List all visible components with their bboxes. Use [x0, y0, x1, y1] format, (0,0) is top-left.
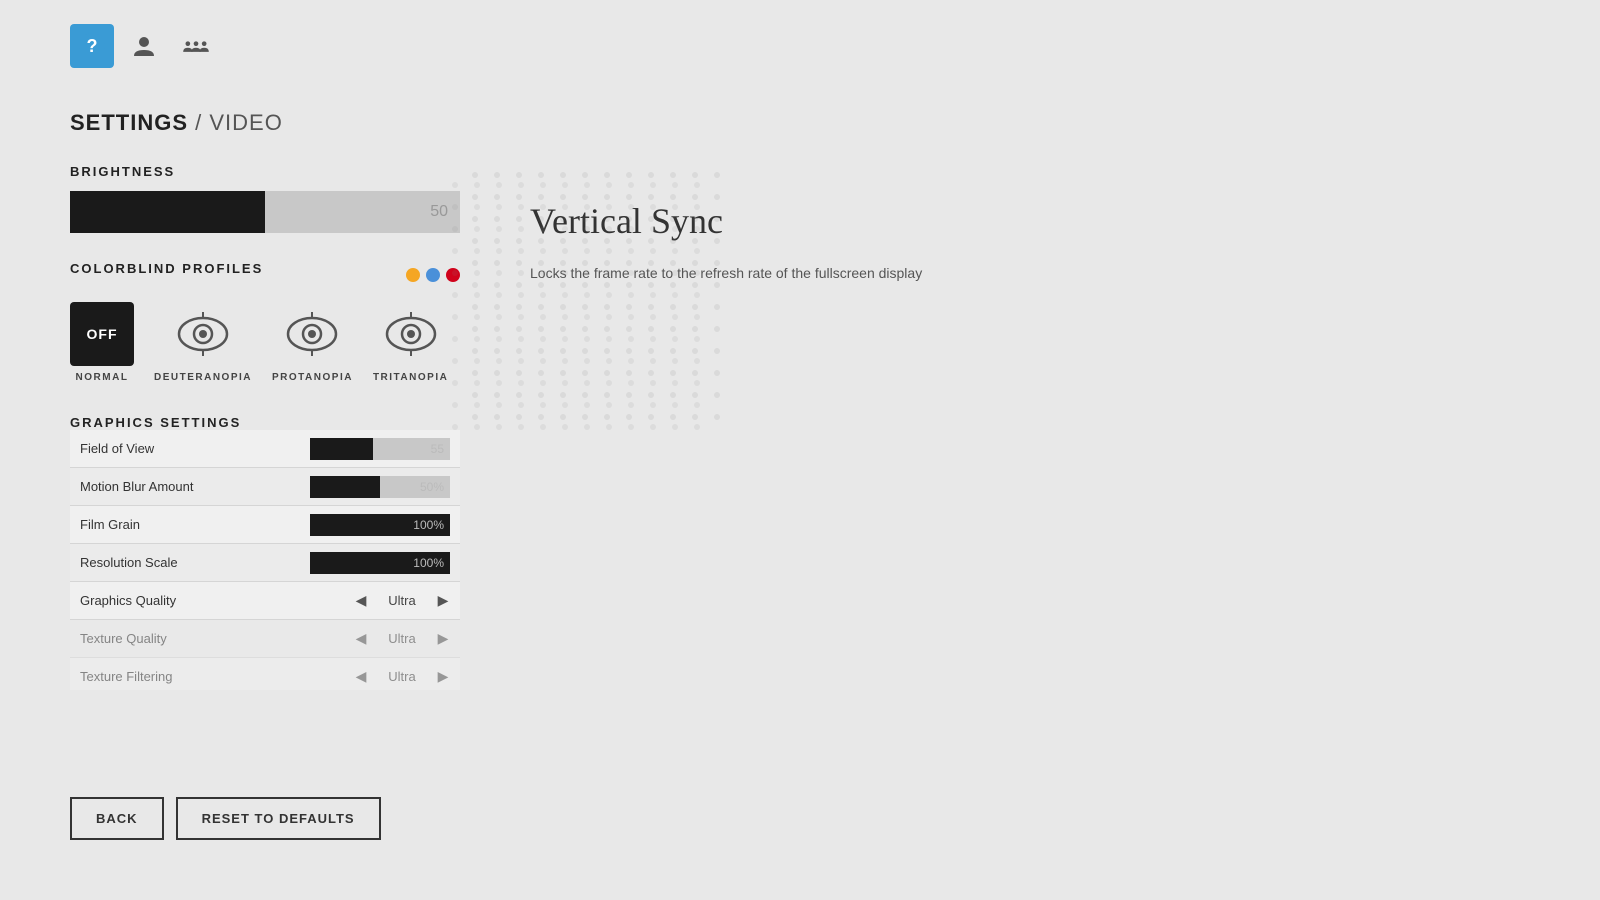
deuteranopia-icon[interactable]	[171, 302, 235, 366]
svg-text:?: ?	[87, 36, 98, 56]
settings-row[interactable]: Field of View 55	[70, 430, 460, 468]
settings-row[interactable]: Texture Filtering◀Ultra▶	[70, 658, 460, 690]
slider-fill	[310, 476, 380, 498]
group-icon[interactable]	[174, 24, 218, 68]
quality-value: Ultra	[372, 631, 432, 646]
slider-value: 55	[431, 442, 444, 456]
row-control: ◀Ultra▶	[350, 628, 460, 650]
row-control: 100%	[310, 514, 460, 536]
normal-label: NORMAL	[76, 372, 129, 383]
protanopia-label: PROTANOPIA	[272, 372, 353, 383]
row-control: ◀Ultra▶	[350, 666, 460, 688]
row-label: Texture Filtering	[70, 669, 350, 684]
slider-value: 100%	[413, 556, 444, 570]
slider-fill	[310, 438, 373, 460]
arrow-right[interactable]: ▶	[432, 590, 454, 612]
row-control: 50%	[310, 476, 460, 498]
row-label: Resolution Scale	[70, 555, 310, 570]
tritanopia-icon[interactable]	[379, 302, 443, 366]
page-title: SETTINGS / VIDEO	[70, 110, 570, 136]
colorblind-tritanopia[interactable]: TRITANOPIA	[373, 302, 448, 383]
dot-yellow	[406, 268, 420, 282]
dot-blue	[426, 268, 440, 282]
slider-bar[interactable]: 55	[310, 438, 450, 460]
protanopia-icon[interactable]	[280, 302, 344, 366]
row-label: Texture Quality	[70, 631, 350, 646]
slider-bar[interactable]: 100%	[310, 514, 450, 536]
back-button[interactable]: BACK	[70, 797, 164, 840]
brightness-slider[interactable]: 50	[70, 191, 460, 233]
colorblind-off[interactable]: OFF NORMAL	[70, 302, 134, 383]
settings-rows-container: Field of View 55 Motion Blur Amount 50% Film…	[70, 430, 460, 690]
row-label: Graphics Quality	[70, 593, 350, 608]
title-bold: SETTINGS	[70, 110, 188, 135]
settings-row[interactable]: Motion Blur Amount 50%	[70, 468, 460, 506]
row-control: 100%	[310, 552, 460, 574]
profile-icon[interactable]	[122, 24, 166, 68]
settings-row[interactable]: Graphics Quality◀Ultra▶	[70, 582, 460, 620]
top-bar: ?	[70, 24, 218, 68]
reset-button[interactable]: RESET TO DEFAULTS	[176, 797, 381, 840]
off-button[interactable]: OFF	[70, 302, 134, 366]
colorblind-deuteranopia[interactable]: DEUTERANOPIA	[154, 302, 252, 383]
bottom-buttons: BACK RESET TO DEFAULTS	[70, 797, 381, 840]
tritanopia-label: TRITANOPIA	[373, 372, 448, 383]
graphics-label: GRAPHICS SETTINGS	[70, 415, 570, 430]
settings-row[interactable]: Texture Quality◀Ultra▶	[70, 620, 460, 658]
dot-red	[446, 268, 460, 282]
colorblind-header: COLORBLIND PROFILES	[70, 261, 460, 288]
arrow-left[interactable]: ◀	[350, 628, 372, 650]
slider-bar[interactable]: 100%	[310, 552, 450, 574]
arrow-right[interactable]: ▶	[432, 628, 454, 650]
slider-bar[interactable]: 50%	[310, 476, 450, 498]
arrow-right[interactable]: ▶	[432, 666, 454, 688]
row-control: 55	[310, 438, 460, 460]
graphics-section: GRAPHICS SETTINGS Field of View 55 Motion …	[70, 415, 570, 690]
title-slash: / VIDEO	[188, 110, 283, 135]
colorblind-dots	[406, 268, 460, 282]
colorblind-label: COLORBLIND PROFILES	[70, 261, 263, 276]
row-control: ◀Ultra▶	[350, 590, 460, 612]
info-desc: Locks the frame rate to the refresh rate…	[530, 262, 1030, 286]
settings-row[interactable]: Resolution Scale 100%	[70, 544, 460, 582]
slider-value: 50%	[420, 480, 444, 494]
colorblind-options: OFF NORMAL DEUTERANOPIA	[70, 302, 570, 383]
brightness-section: BRIGHTNESS 50	[70, 164, 570, 233]
row-label: Field of View	[70, 441, 310, 456]
brightness-label: BRIGHTNESS	[70, 164, 570, 179]
arrow-left[interactable]: ◀	[350, 590, 372, 612]
quality-value: Ultra	[372, 593, 432, 608]
colorblind-protanopia[interactable]: PROTANOPIA	[272, 302, 353, 383]
settings-table: Field of View 55 Motion Blur Amount 50% Film…	[70, 430, 460, 690]
arrow-left[interactable]: ◀	[350, 666, 372, 688]
quality-value: Ultra	[372, 669, 432, 684]
deuteranopia-label: DEUTERANOPIA	[154, 372, 252, 383]
row-label: Film Grain	[70, 517, 310, 532]
brightness-track: 50	[70, 191, 460, 233]
help-icon[interactable]: ?	[70, 24, 114, 68]
right-panel: Vertical Sync Locks the frame rate to th…	[530, 200, 1030, 286]
brightness-value: 50	[430, 203, 448, 221]
colorblind-section: COLORBLIND PROFILES OFF NORMAL	[70, 261, 570, 383]
settings-row[interactable]: Film Grain 100%	[70, 506, 460, 544]
brightness-fill	[70, 191, 265, 233]
slider-value: 100%	[413, 518, 444, 532]
content-area: SETTINGS / VIDEO BRIGHTNESS 50 COLORBLIN…	[70, 110, 570, 710]
info-title: Vertical Sync	[530, 200, 1030, 242]
row-label: Motion Blur Amount	[70, 479, 310, 494]
